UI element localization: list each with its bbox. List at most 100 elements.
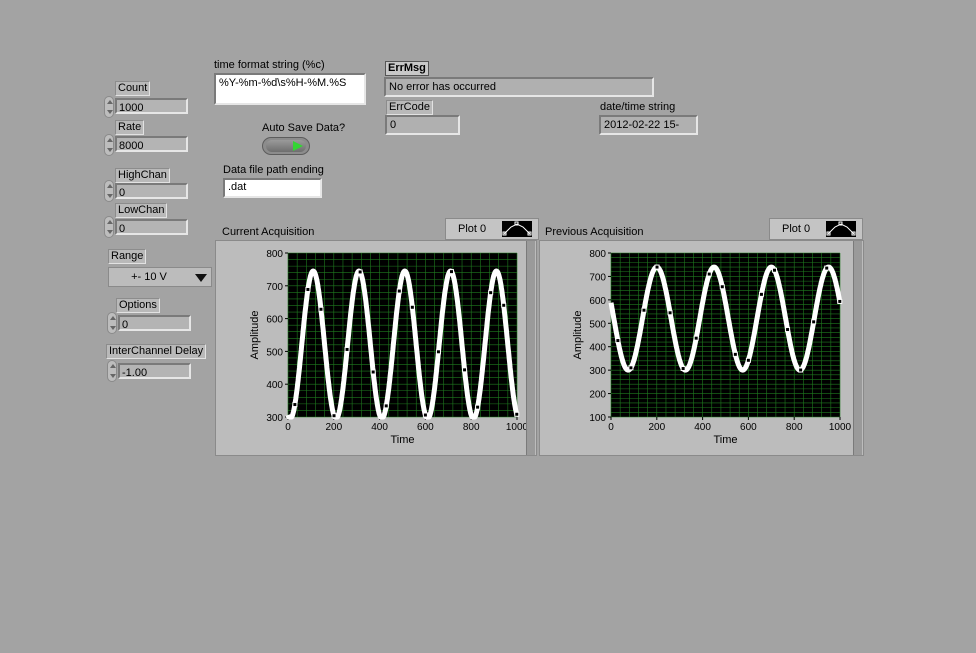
- graph1-data-point: [357, 269, 363, 275]
- graph1-x-tick-label: 0: [285, 422, 291, 433]
- graph1-data-point: [344, 346, 350, 352]
- graph2-plot[interactable]: 0 200 400 600 800 1000 100 200 300 400 500 600 700 80…: [540, 241, 863, 455]
- graph2-data-point: [680, 366, 686, 372]
- errcode-indicator: 0: [385, 115, 460, 135]
- datetime-label: date/time string: [600, 101, 676, 113]
- graph2-y-tick-label: 200: [589, 390, 606, 401]
- graph1-data-point: [370, 369, 376, 375]
- graph1-data-point: [305, 286, 311, 292]
- graph2-data-point: [693, 335, 699, 341]
- graph1-data-point: [462, 367, 468, 373]
- count-input[interactable]: 1000: [115, 98, 188, 114]
- graph1-legend-name: Plot 0: [458, 223, 487, 235]
- graph1-y-tick-label: 500: [266, 347, 283, 358]
- graph2-data-point: [732, 351, 738, 357]
- graph1-data-point: [318, 306, 324, 312]
- highchan-spinner[interactable]: [104, 180, 114, 202]
- time-format-input[interactable]: %Y-%m-%d\s%H-%M.%S: [214, 73, 366, 105]
- graph2-data-point: [706, 271, 712, 277]
- graph1-data-point: [396, 288, 402, 294]
- graph2-data-point: [719, 284, 725, 290]
- graph2-x-tick-label: 0: [608, 422, 614, 433]
- graph1-data-point: [449, 269, 455, 275]
- graph1-y-axis-label: Amplitude: [249, 311, 261, 360]
- lowchan-input[interactable]: 0: [115, 219, 188, 235]
- plot-style-icon: [502, 221, 532, 237]
- graph2-y-axis-label: Amplitude: [572, 311, 584, 360]
- graph2-data-point: [667, 310, 673, 316]
- lowchan-label: LowChan: [115, 203, 168, 218]
- graph1-x-axis-label: Time: [390, 434, 414, 446]
- auto-save-toggle[interactable]: [262, 137, 310, 155]
- graph1-x-tick-label: 600: [417, 422, 434, 433]
- interchannel-delay-spinner[interactable]: [107, 360, 117, 382]
- graph1-data-point: [422, 412, 428, 418]
- data-file-label: Data file path ending: [223, 164, 324, 176]
- graph1-plot-legend[interactable]: Plot 0: [445, 218, 539, 240]
- graph2-data-point: [758, 291, 764, 297]
- highchan-input[interactable]: 0: [115, 183, 188, 199]
- graph1-data-point: [331, 413, 337, 419]
- graph1-x-tick-label: 800: [463, 422, 480, 433]
- graph1-title: Current Acquisition: [222, 226, 315, 238]
- graph2-x-axis-label: Time: [713, 434, 737, 446]
- graph2-y-tick-label: 100: [589, 413, 606, 424]
- graph2-x-tick-label: 400: [694, 422, 711, 433]
- range-dropdown[interactable]: +- 10 V: [108, 267, 212, 287]
- errmsg-indicator: No error has occurred: [384, 77, 654, 97]
- count-label: Count: [115, 81, 151, 96]
- graph2-data-point: [824, 265, 830, 271]
- graph2-plot-area[interactable]: [611, 253, 840, 417]
- graph1-y-tick-label: 800: [266, 249, 283, 260]
- graph1-data-point: [383, 403, 389, 409]
- range-value: +- 10 V: [131, 271, 167, 283]
- graph1-scrollbar[interactable]: [526, 241, 535, 455]
- time-format-label: time format string (%c): [214, 59, 325, 71]
- graph1-data-point: [501, 302, 507, 308]
- graph2-y-tick-label: 700: [589, 272, 606, 283]
- data-file-input[interactable]: .dat: [223, 178, 322, 198]
- graph2-data-point: [837, 298, 843, 304]
- graph1-y-tick-label: 600: [266, 315, 283, 326]
- datetime-indicator: 2012-02-22 15-: [599, 115, 698, 135]
- interchannel-delay-input[interactable]: -1.00: [118, 363, 191, 379]
- graph2-y-tick-label: 300: [589, 366, 606, 377]
- graph2-y-tick-label: 500: [589, 319, 606, 330]
- graph1-x-tick-label: 400: [371, 422, 388, 433]
- graph1-data-point: [514, 411, 520, 417]
- options-spinner[interactable]: [107, 312, 117, 334]
- rate-label: Rate: [115, 120, 145, 135]
- graph2-data-point: [628, 365, 634, 371]
- graph2-x-tick-label: 800: [786, 422, 803, 433]
- graph2-data-point: [772, 267, 778, 273]
- graph2-y-tick-label: 800: [589, 249, 606, 260]
- graph2-data-point: [785, 327, 791, 333]
- graph1-y-tick-label: 700: [266, 282, 283, 293]
- graph1-y-tick-label: 300: [266, 413, 283, 424]
- dropdown-arrow-icon: [195, 274, 207, 282]
- graph2-data-point: [615, 338, 621, 344]
- graph2-plot-legend[interactable]: Plot 0: [769, 218, 863, 240]
- graph2-data-point: [798, 367, 804, 373]
- graph1-data-point: [435, 349, 441, 355]
- graph1-data-point: [292, 402, 298, 408]
- graph2-scrollbar[interactable]: [853, 241, 862, 455]
- range-label: Range: [108, 249, 147, 264]
- graph1-data-point: [409, 304, 415, 310]
- graph2-data-point: [641, 307, 647, 313]
- options-input[interactable]: 0: [118, 315, 191, 331]
- graph1-plot[interactable]: 0 200 400 600 800 1000300400500600700800TimeA…: [216, 241, 536, 455]
- graph1-frame: 0 200 400 600 800 1000 300 400 500 600 700 800 Time A…: [215, 240, 537, 456]
- graph2-y-tick-label: 600: [589, 296, 606, 307]
- rate-input[interactable]: 8000: [115, 136, 188, 152]
- rate-spinner[interactable]: [104, 134, 114, 156]
- graph2-data-point: [745, 357, 751, 363]
- graph1-data-point: [475, 404, 481, 410]
- count-spinner[interactable]: [104, 96, 114, 118]
- graph1-data-point: [488, 290, 494, 296]
- plot-style-icon: [826, 221, 856, 237]
- graph1-y-tick-label: 400: [266, 380, 283, 391]
- graph2-data-point: [654, 264, 660, 270]
- errmsg-label: ErrMsg: [385, 61, 429, 76]
- lowchan-spinner[interactable]: [104, 216, 114, 238]
